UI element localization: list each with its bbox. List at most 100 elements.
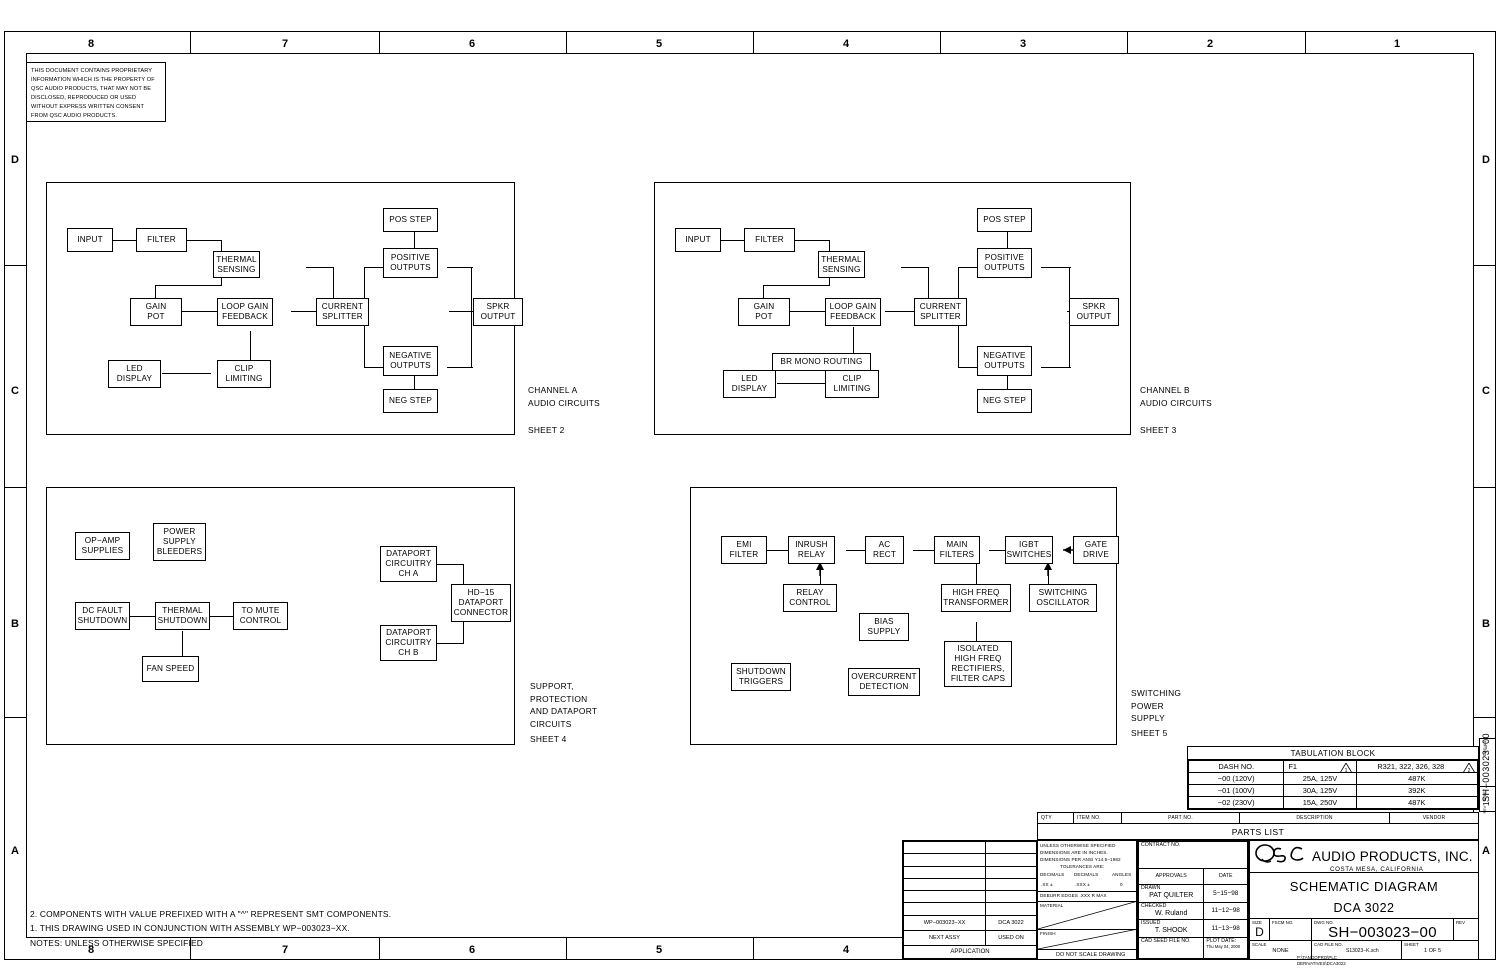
company-city: COSTA MESA, CALIFORNIA bbox=[1330, 866, 1424, 873]
dwg-number-row: SIZE D FSCM NO. DWG NO. SH−003023−00 REV bbox=[1250, 919, 1478, 941]
block-shutdown-triggers: SHUTDOWN TRIGGERS bbox=[731, 663, 791, 691]
tolerance-col-decimals-1: DECIMALS bbox=[1040, 872, 1065, 877]
block-negative-outputs: NEGATIVE OUTPUTS bbox=[383, 346, 438, 376]
table-row bbox=[902, 889, 1037, 904]
zone-number-bottom-4: 4 bbox=[842, 944, 850, 956]
table-row: −01 (100V) 30A, 125V 392K bbox=[1187, 784, 1479, 797]
panel-switching-power-supply: EMI FILTER INRUSH RELAY AC RECT MAIN FIL… bbox=[690, 487, 1119, 745]
tab-header-dash-no: DASH NO. bbox=[1187, 760, 1285, 773]
flag-triangle-1-icon: 1 bbox=[1339, 763, 1352, 773]
block-br-mono-routing: BR MONO ROUTING bbox=[772, 353, 871, 371]
issued-date: 11−13−98 bbox=[1203, 919, 1248, 939]
block-spkr-output: SPKR OUTPUT bbox=[1069, 298, 1119, 326]
note-line-2: 2. COMPONENTS WITH VALUE PREFIXED WITH A… bbox=[30, 909, 392, 919]
zone-letter-left-d: D bbox=[11, 154, 19, 166]
block-pos-step: POS STEP bbox=[977, 208, 1032, 232]
table-row bbox=[902, 865, 1037, 879]
block-gate-drive: GATE DRIVE bbox=[1073, 536, 1119, 564]
dwg-no-label: DWG NO. bbox=[1314, 920, 1334, 925]
issued-cell: ISSUED T. SHOOK bbox=[1137, 919, 1205, 939]
table-row: WP−003023−XX DCA 3022 bbox=[902, 914, 1037, 932]
issued-label: ISSUED bbox=[1141, 920, 1161, 927]
block-gain-pot: GAIN POT bbox=[130, 298, 182, 326]
table-row: CAD SEED FILE NO. PLOT DATE: Thu May 04,… bbox=[1137, 937, 1248, 959]
caption-support: SUPPORT, PROTECTION AND DATAPORT CIRCUIT… bbox=[530, 681, 598, 729]
table-row: NEXT ASSY USED ON bbox=[902, 930, 1037, 946]
tolerance-value-angles: 0 bbox=[1120, 882, 1123, 887]
checked-label: CHECKED bbox=[1141, 902, 1167, 909]
tolerance-value-xx: .XX ± bbox=[1041, 882, 1053, 887]
zone-letter-right-c: C bbox=[1482, 385, 1490, 397]
tab-header-f1: F1 1 bbox=[1283, 760, 1357, 773]
tab-header-resistors: R321, 322, 326, 328 2 bbox=[1355, 760, 1479, 773]
parts-col-description: DESCRIPTION bbox=[1240, 813, 1390, 824]
block-dataport-circuitry-ch-b: DATAPORT CIRCUITRY CH B bbox=[380, 625, 437, 661]
parts-list-block: QTY ITEM NO. PART NO. DESCRIPTION VENDOR… bbox=[1037, 812, 1479, 840]
right-sheet-value: 1 bbox=[1482, 801, 1491, 806]
dash-no-value: −01 (100V) bbox=[1187, 784, 1285, 797]
next-assy-label: NEXT ASSY bbox=[902, 930, 987, 946]
f1-value: 30A, 125V bbox=[1283, 784, 1357, 797]
table-row: −02 (230V) 15A, 250V 487K bbox=[1187, 796, 1479, 809]
block-to-mute-control: TO MUTE CONTROL bbox=[233, 602, 288, 630]
do-not-scale-note: DO NOT SCALE DRAWING bbox=[1056, 952, 1126, 958]
zone-letter-left-b: B bbox=[11, 618, 19, 630]
plot-date-cell: PLOT DATE: Thu May 04, 2000 bbox=[1203, 937, 1248, 959]
tolerance-line-2: DIMENSIONS ARE IN INCHES. bbox=[1040, 850, 1108, 855]
drawn-name: PAT QUILTER bbox=[1149, 891, 1194, 899]
block-emi-filter: EMI FILTER bbox=[721, 536, 767, 564]
block-thermal-sensing: THERMAL SENSING bbox=[213, 251, 260, 278]
tolerance-col-decimals-2: DECIMALS bbox=[1074, 872, 1099, 877]
svg-text:2: 2 bbox=[1468, 768, 1471, 773]
caption-psu: SWITCHING POWER SUPPLY bbox=[1131, 688, 1182, 724]
sheet-label: SHEET bbox=[1404, 942, 1419, 947]
tolerance-value-xxx: .XXX ± bbox=[1075, 882, 1090, 887]
block-igbt-switches: IGBT SWITCHES bbox=[1005, 536, 1053, 564]
parts-col-part-no: PART NO. bbox=[1122, 813, 1240, 824]
zone-number-top-4: 4 bbox=[842, 38, 850, 50]
block-filter: FILTER bbox=[136, 228, 187, 252]
scale-sheet-row: SCALE NONE CAD FILE NO. S13023−K.sch SHE… bbox=[1250, 941, 1478, 959]
block-neg-step: NEG STEP bbox=[977, 389, 1032, 413]
block-led-display: LED DISPLAY bbox=[723, 370, 776, 398]
zone-number-top-3: 3 bbox=[1019, 38, 1027, 50]
caption-channel-a: CHANNEL A AUDIO CIRCUITS bbox=[528, 385, 600, 408]
table-row bbox=[902, 877, 1037, 892]
title-block: AUDIO PRODUCTS, INC. COSTA MESA, CALIFOR… bbox=[1249, 840, 1479, 960]
block-positive-outputs: POSITIVE OUTPUTS bbox=[383, 248, 438, 278]
block-bias-supply: BIAS SUPPLY bbox=[859, 613, 909, 641]
zone-number-top-2: 2 bbox=[1206, 38, 1214, 50]
block-fan-speed: FAN SPEED bbox=[142, 656, 199, 682]
approvals-block: CONTRACT NO. APPROVALS DATE DRAWN PAT QU… bbox=[1137, 840, 1249, 960]
table-row: APPLICATION bbox=[903, 944, 1037, 960]
drawn-label: DRAWN bbox=[1141, 884, 1161, 891]
block-negative-outputs: NEGATIVE OUTPUTS bbox=[977, 346, 1032, 376]
zone-letter-right-d: D bbox=[1482, 154, 1490, 166]
zone-number-bottom-5: 5 bbox=[655, 944, 663, 956]
flag-triangle-2-icon: 2 bbox=[1463, 763, 1475, 773]
block-loop-gain-feedback: LOOP GAIN FEEDBACK bbox=[825, 298, 881, 326]
table-header-row: DASH NO. F1 1 R321, 322, 326, 328 2 bbox=[1187, 760, 1479, 773]
drawn-cell: DRAWN PAT QUILTER bbox=[1137, 883, 1205, 903]
tolerance-line-4: TOLERANCES ARE: bbox=[1060, 864, 1105, 869]
approvals-header: APPROVALS bbox=[1137, 868, 1205, 885]
block-thermal-shutdown: THERMAL SHUTDOWN bbox=[155, 602, 210, 630]
date-header: DATE bbox=[1203, 868, 1248, 885]
zone-number-top-6: 6 bbox=[468, 38, 476, 50]
block-led-display: LED DISPLAY bbox=[108, 360, 161, 388]
plot-file-path: P:\TANGOPRO\PLC DERIVATIVES\DCA3022 bbox=[1297, 955, 1346, 966]
block-positive-outputs: POSITIVE OUTPUTS bbox=[977, 248, 1032, 278]
zone-number-top-5: 5 bbox=[655, 38, 663, 50]
block-high-freq-transformer: HIGH FREQ TRANSFORMER bbox=[941, 584, 1011, 612]
used-on-label: USED ON bbox=[985, 930, 1037, 946]
tolerance-line-3: DIMENSIONS PER ANSI Y14.5−1982 bbox=[1040, 857, 1121, 862]
block-relay-control: RELAY CONTROL bbox=[783, 584, 837, 612]
tabulation-title: TABULATION BLOCK bbox=[1188, 747, 1478, 760]
right-rev-label: REV bbox=[1483, 806, 1487, 814]
panel-support-protection-dataport: OP−AMP SUPPLIES POWER SUPPLY BLEEDERS DC… bbox=[46, 487, 515, 745]
block-gain-pot: GAIN POT bbox=[738, 298, 790, 326]
qsc-logo-icon bbox=[1254, 843, 1306, 870]
block-main-filters: MAIN FILTERS bbox=[934, 536, 980, 564]
next-assy-value: WP−003023−XX bbox=[902, 914, 987, 932]
proprietary-notice: THIS DOCUMENT CONTAINS PROPRIETARY INFOR… bbox=[26, 62, 166, 122]
